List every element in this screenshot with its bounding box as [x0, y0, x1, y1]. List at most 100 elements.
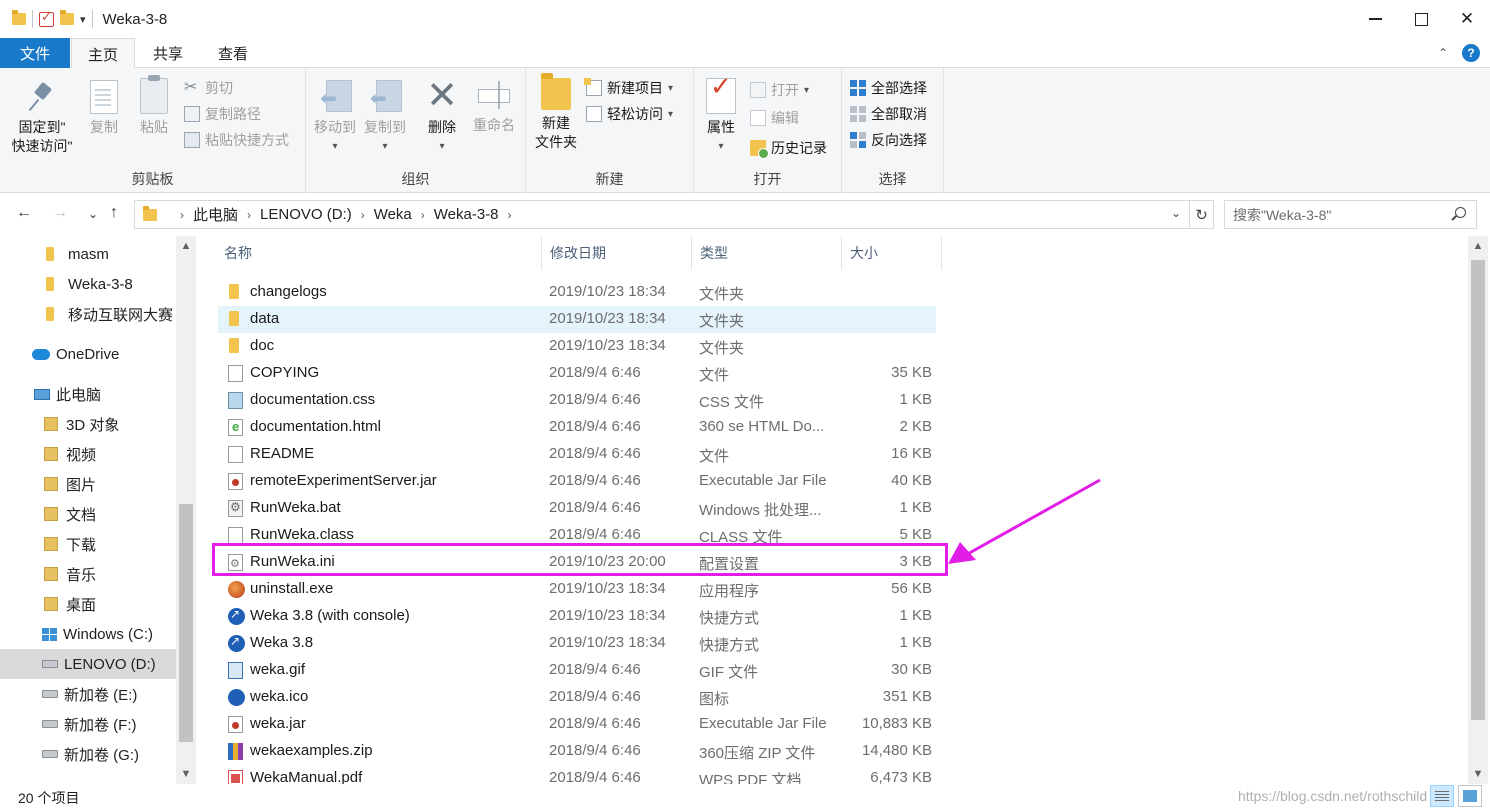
- file-row[interactable]: weka.jar 2018/9/4 6:46 Executable Jar File…: [218, 711, 936, 738]
- file-row[interactable]: weka.ico 2018/9/4 6:46 图标 351 KB: [218, 684, 936, 711]
- address-bar[interactable]: › 此电脑 › LENOVO (D:) › Weka › Weka-3-8 › …: [134, 200, 1190, 229]
- paste-shortcut-button[interactable]: 粘贴快捷方式: [184, 130, 289, 150]
- copy-to-button[interactable]: 复制到 ▾: [362, 78, 408, 156]
- move-to-button[interactable]: 移动到 ▾: [312, 78, 358, 156]
- file-row[interactable]: data 2019/10/23 18:34 文件夹: [218, 306, 936, 333]
- nav-item-pictures[interactable]: 图片: [0, 469, 176, 499]
- column-header-type[interactable]: 类型: [692, 236, 842, 270]
- up-arrow-icon[interactable]: ↑: [110, 204, 118, 222]
- scroll-down-icon[interactable]: ▼: [1468, 768, 1488, 780]
- refresh-button[interactable]: ↻: [1190, 200, 1214, 229]
- properties-button[interactable]: 属性 ▾: [700, 77, 742, 156]
- file-row[interactable]: remoteExperimentServer.jar 2018/9/4 6:46 E…: [218, 468, 936, 495]
- search-input[interactable]: 搜索"Weka-3-8": [1224, 200, 1477, 229]
- file-row[interactable]: RunWeka.bat 2018/9/4 6:46 Windows 批处理... 1 …: [218, 495, 936, 522]
- nav-item-3d-objects[interactable]: 3D 对象: [0, 409, 176, 439]
- tab-file[interactable]: 文件: [0, 38, 70, 68]
- nav-scrollbar[interactable]: ▲ ▼: [176, 236, 196, 784]
- file-row[interactable]: WekaManual.pdf 2018/9/4 6:46 WPS PDF 文档 6,4…: [218, 765, 936, 784]
- easy-access-button[interactable]: 轻松访问 ▾: [586, 104, 673, 124]
- scroll-down-icon[interactable]: ▼: [176, 768, 196, 780]
- file-row[interactable]: wekaexamples.zip 2018/9/4 6:46 360压缩 ZIP 文…: [218, 738, 936, 765]
- nav-item-documents[interactable]: 文档: [0, 499, 176, 529]
- tab-share[interactable]: 共享: [139, 38, 197, 68]
- nav-scroll-thumb[interactable]: [179, 504, 193, 742]
- copy-path-button[interactable]: 复制路径: [184, 104, 261, 124]
- help-icon[interactable]: ?: [1462, 44, 1480, 62]
- maximize-button[interactable]: [1398, 0, 1444, 38]
- history-button[interactable]: 历史记录: [750, 138, 827, 159]
- copy-button[interactable]: 复制: [84, 80, 124, 137]
- nav-item-volume-e[interactable]: 新加卷 (E:): [0, 679, 176, 709]
- collapse-ribbon-icon[interactable]: ⌃: [1438, 46, 1448, 60]
- file-row[interactable]: Weka 3.8 2019/10/23 18:34 快捷方式 1 KB: [218, 630, 936, 657]
- paste-button[interactable]: 粘贴: [134, 75, 174, 137]
- nav-item-onedrive[interactable]: OneDrive: [0, 339, 176, 369]
- scroll-up-icon[interactable]: ▲: [176, 240, 196, 252]
- properties-icon[interactable]: [39, 9, 54, 27]
- breadcrumb-weka[interactable]: Weka: [374, 206, 412, 223]
- nav-item-downloads[interactable]: 下载: [0, 529, 176, 559]
- nav-item-windows-c[interactable]: Windows (C:): [0, 619, 176, 649]
- scroll-up-icon[interactable]: ▲: [1468, 240, 1488, 252]
- chevron-right-icon[interactable]: ›: [361, 208, 365, 222]
- nav-item-music[interactable]: 音乐: [0, 559, 176, 589]
- file-list-scroll-thumb[interactable]: [1471, 260, 1485, 720]
- column-header-name[interactable]: ^ 名称: [216, 236, 542, 270]
- chevron-right-icon[interactable]: ›: [421, 208, 425, 222]
- forward-arrow-icon[interactable]: →: [52, 204, 68, 222]
- nav-item-masm[interactable]: masm: [0, 239, 176, 269]
- column-header-size[interactable]: 大小: [842, 236, 942, 270]
- pin-to-quick-access-button[interactable]: 固定到" 快速访问": [8, 80, 76, 156]
- details-view-button[interactable]: [1430, 785, 1454, 807]
- breadcrumb-lenovo-d[interactable]: LENOVO (D:): [260, 206, 352, 223]
- search-icon[interactable]: [1455, 207, 1466, 218]
- nav-item-volume-g[interactable]: 新加卷 (G:): [0, 739, 176, 769]
- file-row[interactable]: uninstall.exe 2019/10/23 18:34 应用程序 56 KB: [218, 576, 936, 603]
- nav-item-volume-f[interactable]: 新加卷 (F:): [0, 709, 176, 739]
- back-arrow-icon[interactable]: ←: [16, 204, 32, 222]
- nav-item-videos[interactable]: 视频: [0, 439, 176, 469]
- invert-selection-button[interactable]: 反向选择: [850, 130, 927, 150]
- nav-item-this-pc[interactable]: 此电脑: [0, 379, 176, 409]
- nav-item-weka-3-8[interactable]: Weka-3-8: [0, 269, 176, 299]
- select-none-icon: [850, 106, 866, 122]
- chevron-right-icon[interactable]: ›: [508, 208, 512, 222]
- recent-locations-chevron-icon[interactable]: ⌄: [88, 207, 98, 221]
- file-row[interactable]: README 2018/9/4 6:46 文件 16 KB: [218, 441, 936, 468]
- nav-item-mobile-contest[interactable]: 移动互联网大赛: [0, 299, 176, 329]
- new-folder-button[interactable]: 新建 文件夹: [530, 73, 582, 152]
- close-button[interactable]: ✕: [1444, 0, 1490, 38]
- edit-button[interactable]: 编辑: [750, 108, 799, 128]
- file-row[interactable]: weka.gif 2018/9/4 6:46 GIF 文件 30 KB: [218, 657, 936, 684]
- minimize-button[interactable]: [1352, 0, 1398, 38]
- column-header-date[interactable]: 修改日期: [542, 236, 692, 270]
- file-row[interactable]: documentation.html 2018/9/4 6:46 360 se HT…: [218, 414, 936, 441]
- cut-button[interactable]: 剪切: [184, 77, 233, 98]
- rename-button[interactable]: 重命名: [470, 78, 518, 135]
- nav-item-desktop[interactable]: 桌面: [0, 589, 176, 619]
- nav-item-lenovo-d[interactable]: LENOVO (D:): [0, 649, 176, 679]
- customize-dropdown-icon[interactable]: ▾: [80, 13, 86, 26]
- delete-button[interactable]: ✕ 删除 ▾: [422, 77, 462, 156]
- new-item-button[interactable]: 新建项目 ▾: [584, 78, 673, 98]
- select-all-button[interactable]: 全部选择: [850, 78, 927, 98]
- file-list-scrollbar[interactable]: ▲ ▼: [1468, 236, 1488, 784]
- new-folder-icon[interactable]: [60, 10, 74, 25]
- file-row[interactable]: Weka 3.8 (with console) 2019/10/23 18:34 快…: [218, 603, 936, 630]
- breadcrumb-this-pc[interactable]: 此电脑: [193, 204, 238, 225]
- tab-view[interactable]: 查看: [201, 38, 265, 68]
- breadcrumb-weka-3-8[interactable]: Weka-3-8: [434, 206, 499, 223]
- tab-home[interactable]: 主页: [71, 38, 135, 69]
- file-row[interactable]: COPYING 2018/9/4 6:46 文件 35 KB: [218, 360, 936, 387]
- chevron-right-icon[interactable]: ›: [247, 208, 251, 222]
- file-row[interactable]: changelogs 2019/10/23 18:34 文件夹: [218, 279, 936, 306]
- shortcut-icon: [228, 607, 245, 625]
- open-button[interactable]: 打开 ▾: [750, 80, 809, 100]
- address-dropdown-icon[interactable]: ⌄: [1171, 206, 1181, 220]
- select-none-button[interactable]: 全部取消: [850, 104, 927, 124]
- file-row[interactable]: doc 2019/10/23 18:34 文件夹: [218, 333, 936, 360]
- chevron-right-icon[interactable]: ›: [180, 208, 184, 222]
- file-row[interactable]: documentation.css 2018/9/4 6:46 CSS 文件 1 KB: [218, 387, 936, 414]
- large-icons-view-button[interactable]: [1458, 785, 1482, 807]
